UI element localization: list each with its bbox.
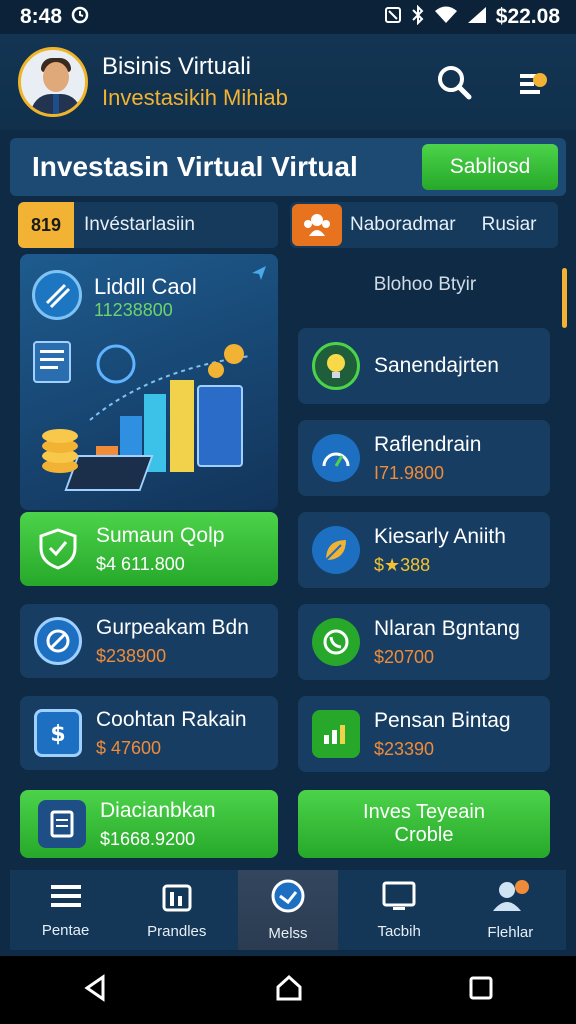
- signal-icon: [466, 5, 488, 30]
- bluetooth-icon: [410, 4, 426, 30]
- notification-icon[interactable]: [512, 62, 552, 102]
- system-nav-bar: [0, 956, 576, 1024]
- nav-item-pentae[interactable]: Pentae: [16, 881, 116, 939]
- nav-label: Pentae: [41, 922, 90, 939]
- document-icon: [38, 800, 86, 848]
- status-time: 8:48: [20, 5, 63, 28]
- nfc-icon: [384, 6, 402, 29]
- card-value: $20700: [374, 646, 435, 667]
- banner-title: Investasin Virtual Virtual: [32, 151, 358, 182]
- tab-right-label-2: Rusiar: [481, 214, 537, 235]
- nav-label: Melss: [268, 925, 308, 942]
- shield-icon: [34, 525, 82, 573]
- dollar-icon: $: [34, 709, 82, 757]
- search-icon[interactable]: [434, 62, 474, 102]
- card-title: Diacianbkan: [100, 798, 216, 822]
- section-label: Blohoo Btyir: [373, 274, 477, 295]
- bottom-nav: Pentae Prandles Melss Tacbih Flehlar: [10, 870, 566, 950]
- nav-label: Tacbih: [377, 923, 421, 940]
- card-title: Nlaran Bgntang: [374, 616, 520, 640]
- card-title: Gurpeakam Bdn: [96, 615, 249, 639]
- card-gurpeakam-bdn[interactable]: Gurpeakam Bdn $238900: [20, 604, 278, 678]
- nav-label: Flehlar: [487, 924, 534, 941]
- tab-right-label-1: Naboradmar: [350, 214, 456, 235]
- menu-icon: [49, 881, 83, 916]
- tab-kolaborasi[interactable]: Naboradmar Rusiar: [290, 202, 558, 248]
- card-pensan-bintag[interactable]: Pensan Bintag $23390: [298, 696, 550, 772]
- status-bar: 8:48 $22.08: [0, 0, 576, 34]
- portfolio-icon: [160, 880, 194, 917]
- card-sanendajrten[interactable]: Sanendajrten: [298, 328, 550, 404]
- home-icon[interactable]: [274, 973, 304, 1008]
- card-kiesarly-aniith[interactable]: Kiesarly Aniith $★388: [298, 512, 550, 588]
- clock-icon: [270, 878, 306, 919]
- wallet-icon: [32, 270, 82, 320]
- card-value: $4 611.800: [96, 553, 185, 574]
- card-subtitle: Croble: [394, 824, 454, 846]
- banner-button[interactable]: Sabliosd: [422, 144, 558, 190]
- alarm-icon: [70, 4, 90, 30]
- investment-illustration: [33, 341, 251, 491]
- chart-icon: [312, 710, 360, 758]
- nav-item-flehlar[interactable]: Flehlar: [460, 879, 560, 941]
- gauge-icon: [312, 434, 360, 482]
- nav-item-melss[interactable]: Melss: [237, 870, 338, 950]
- block-icon: [34, 617, 82, 665]
- card-title: Kiesarly Aniith: [374, 524, 506, 548]
- card-sumaun-qolp[interactable]: Sumaun Qolp $4 611.800: [20, 512, 278, 586]
- svg-text:$: $: [50, 722, 65, 747]
- tab-badge: 819: [18, 202, 74, 248]
- scrollbar[interactable]: [562, 268, 567, 328]
- wifi-icon: [434, 5, 458, 30]
- tab-left-label: Invéstarlasiin: [84, 214, 195, 235]
- promo-banner: Investasin Virtual Virtual Sabliosd: [10, 138, 566, 196]
- card-value: $★388: [374, 554, 431, 575]
- card-title: Raflendrain: [374, 432, 482, 456]
- card-value: $ 47600: [96, 737, 162, 758]
- card-value: $23390: [374, 738, 435, 759]
- feature-card[interactable]: Liddll Caol 11238800: [20, 254, 278, 510]
- leaf-icon: [312, 526, 360, 574]
- profile-icon: [490, 879, 530, 918]
- monitor-icon: [381, 880, 417, 917]
- card-title: Pensan Bintag: [374, 708, 511, 732]
- app-header: Bisinis Virtuali Investasikih Mihiab: [0, 34, 576, 130]
- nav-label: Prandles: [147, 923, 207, 940]
- card-title: Sanendajrten: [374, 354, 499, 377]
- card-raflendrain[interactable]: Raflendrain I71.9800: [298, 420, 550, 496]
- card-title: Sumaun Qolp: [96, 523, 225, 547]
- card-coohtan-rakain[interactable]: $ Coohtan Rakain $ 47600: [20, 696, 278, 770]
- feature-title: Liddll Caol: [94, 274, 197, 299]
- card-title: Coohtan Rakain: [96, 707, 247, 731]
- back-icon[interactable]: [81, 973, 111, 1008]
- avatar[interactable]: [18, 47, 88, 117]
- team-icon: [292, 204, 342, 246]
- tab-investasi[interactable]: 819 Invéstarlasiin: [18, 202, 278, 248]
- recents-icon[interactable]: [467, 974, 495, 1007]
- lightbulb-icon: [312, 342, 360, 390]
- send-arrow-icon[interactable]: [250, 264, 268, 287]
- card-value: I71.9800: [374, 462, 445, 483]
- card-value: $238900: [96, 645, 167, 666]
- app-title: Bisinis Virtuali: [102, 53, 251, 80]
- card-value: $1668.9200: [100, 828, 196, 849]
- nav-item-tacbih[interactable]: Tacbih: [349, 880, 449, 940]
- phone-icon: [312, 618, 360, 666]
- card-title: Inves Teyeain: [363, 801, 485, 823]
- status-right-text: $22.08: [495, 5, 560, 28]
- card-nlaran-bgntang[interactable]: Nlaran Bgntang $20700: [298, 604, 550, 680]
- app-subtitle: Investasikih Mihiab: [102, 85, 288, 110]
- feature-value: 11238800: [94, 300, 173, 320]
- card-inves-teyeain[interactable]: Inves Teyeain Croble: [298, 790, 550, 858]
- nav-item-prandles[interactable]: Prandles: [127, 880, 227, 940]
- card-diacianbkan[interactable]: Diacianbkan $1668.9200: [20, 790, 278, 858]
